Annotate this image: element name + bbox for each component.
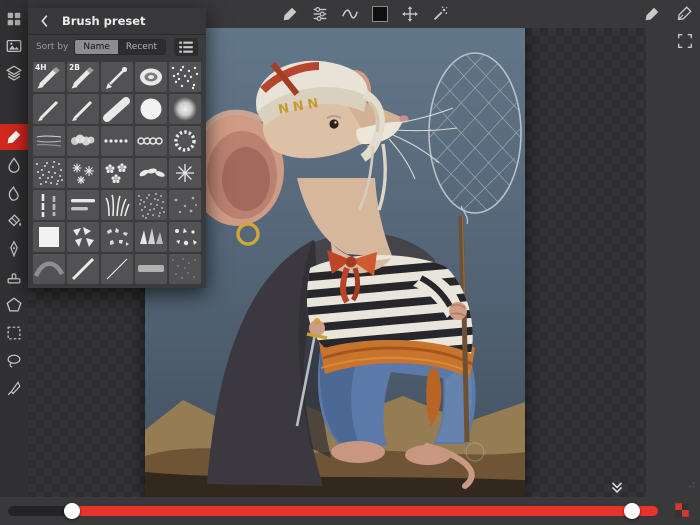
brush-preset-speckle[interactable] [33, 158, 65, 188]
left-toolbar [0, 0, 28, 497]
brush-preset-thindiag[interactable] [101, 254, 133, 284]
brush-preset-leaf[interactable] [135, 158, 167, 188]
sidebar-tool-pen[interactable] [0, 236, 28, 262]
wand-tool-icon[interactable] [428, 2, 452, 26]
toolbar-right-group [640, 2, 696, 26]
sort-row: Sort by Name Recent [28, 35, 206, 59]
brush-preset-snow[interactable] [67, 158, 99, 188]
brush-preset-roll[interactable] [135, 62, 167, 92]
resize-grip-icon [680, 473, 698, 495]
color-swatch[interactable] [368, 2, 392, 26]
collapse-bottom-bar-icon[interactable] [608, 478, 628, 498]
brush-preset-fluffy[interactable] [67, 126, 99, 156]
sort-name-button[interactable]: Name [75, 40, 118, 54]
brush-preset-hard[interactable] [135, 94, 167, 124]
sidebar-tool-watercolor[interactable] [0, 152, 28, 178]
brush-preset-grass[interactable] [101, 190, 133, 220]
brush-preset-soft[interactable] [169, 94, 201, 124]
brush-preset-scratch[interactable] [33, 126, 65, 156]
brush-preset-2B[interactable]: 2B [67, 62, 99, 92]
pattern-swatch-icon[interactable] [673, 501, 693, 521]
brush-preset-burst[interactable] [169, 158, 201, 188]
brush-preset-bamboo[interactable] [33, 190, 65, 220]
edit-pen-icon[interactable] [672, 2, 696, 26]
brush-preset-scatter[interactable] [169, 222, 201, 252]
color-swatch-chip [372, 6, 388, 22]
brush-preset-ring[interactable] [169, 126, 201, 156]
sidebar-tool-knife[interactable] [0, 376, 28, 402]
sort-recent-button[interactable]: Recent [118, 40, 165, 54]
sidebar-tool-paint-brush[interactable] [0, 124, 28, 150]
brush-preset-chain[interactable] [135, 126, 167, 156]
brush-preset-panel: Brush preset Sort by Name Recent 4H 2B [28, 8, 206, 288]
brush-preset-sparse[interactable] [169, 190, 201, 220]
brush-label: 2B [69, 63, 80, 72]
list-view-toggle-icon[interactable] [174, 38, 198, 56]
toolbar-center-group [278, 2, 452, 26]
brush-preset-debris[interactable] [101, 222, 133, 252]
brush-preset-fspray[interactable] [135, 190, 167, 220]
back-icon[interactable] [36, 12, 54, 30]
brush-preset-shatter[interactable] [67, 222, 99, 252]
bottom-slider-track[interactable] [8, 506, 658, 516]
sidebar-tool-smudge[interactable] [0, 180, 28, 206]
brush-preset-faint[interactable] [169, 254, 201, 284]
brush-preset-diag[interactable] [67, 254, 99, 284]
brush-preset-hstroke[interactable] [67, 190, 99, 220]
brush-preset-spray[interactable] [169, 62, 201, 92]
brush-preset-4H[interactable]: 4H [33, 62, 65, 92]
brush-preset-dots[interactable] [101, 126, 133, 156]
brush-tool-icon[interactable] [278, 2, 302, 26]
brush-preset-pencil2[interactable] [33, 94, 65, 124]
brush-preset-pencil2[interactable] [67, 94, 99, 124]
brush-panel-header: Brush preset [28, 8, 206, 35]
brush-preset-pen[interactable] [101, 62, 133, 92]
sidebar-tool-lasso[interactable] [0, 348, 28, 374]
right-panel-strip [646, 28, 700, 497]
material-brush-icon[interactable] [640, 2, 664, 26]
slider-knob-right[interactable] [624, 503, 640, 519]
brush-preset-flower[interactable] [101, 158, 133, 188]
brush-preset-marker[interactable] [101, 94, 133, 124]
sort-by-label: Sort by [36, 42, 68, 52]
sidebar-tool-fill[interactable] [0, 208, 28, 234]
brush-grid: 4H 2B [28, 59, 206, 287]
sort-segmented-control: Name Recent [74, 39, 166, 55]
move-tool-icon[interactable] [398, 2, 422, 26]
brush-settings-icon[interactable] [308, 2, 332, 26]
stroke-correction-icon[interactable] [338, 2, 362, 26]
panel-title: Brush preset [62, 14, 146, 28]
sidebar-tool-gallery[interactable] [0, 33, 28, 59]
brush-label: 4H [35, 63, 47, 72]
sidebar-tool-stamp[interactable] [0, 264, 28, 290]
brush-preset-wave[interactable] [33, 254, 65, 284]
slider-knob-left[interactable] [64, 503, 80, 519]
sidebar-tool-home[interactable] [0, 6, 28, 32]
brush-preset-band[interactable] [135, 254, 167, 284]
brush-preset-square[interactable] [33, 222, 65, 252]
sidebar-tool-select[interactable] [0, 320, 28, 346]
slider-unfilled-segment [8, 506, 68, 516]
brush-preset-shards[interactable] [135, 222, 167, 252]
bottom-bar [0, 497, 700, 525]
sidebar-tool-layers[interactable] [0, 60, 28, 86]
paint-app-window: NNN [0, 0, 700, 525]
fullscreen-icon[interactable] [676, 32, 696, 52]
sidebar-tool-figure[interactable] [0, 292, 28, 318]
